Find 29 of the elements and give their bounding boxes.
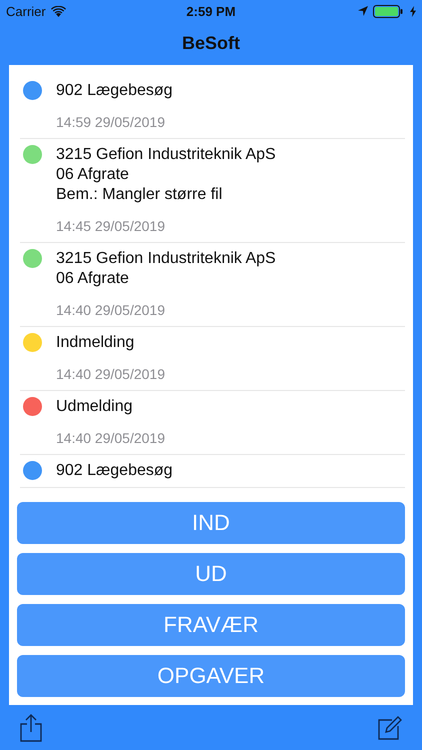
entry-text: 902 Lægebesøg bbox=[56, 461, 173, 481]
log-entry[interactable]: 3215 Gefion Industriteknik ApS 06 Afgrate 14:40 29/05/2019 bbox=[20, 243, 405, 327]
nav-title: BeSoft bbox=[182, 33, 240, 54]
entry-timestamp: 14:40 29/05/2019 bbox=[56, 301, 166, 320]
log-entry[interactable]: Indmelding 14:40 29/05/2019 bbox=[20, 327, 405, 391]
log-entry[interactable]: Udmelding 14:40 29/05/2019 bbox=[20, 391, 405, 455]
log-entry[interactable]: 902 Lægebesøg bbox=[20, 455, 405, 488]
compose-icon[interactable] bbox=[378, 716, 402, 740]
entry-text: 06 Afgrate bbox=[56, 269, 130, 289]
entry-timestamp: 14:40 29/05/2019 bbox=[56, 429, 165, 448]
entry-text: 3215 Gefion Industriteknik ApS bbox=[56, 249, 276, 269]
entry-timestamp: 14:59 29/05/2019 bbox=[56, 113, 166, 132]
entry-text: Udmelding bbox=[56, 397, 134, 417]
entry-text: 902 Lægebesøg bbox=[56, 81, 173, 101]
entry-timestamp: 14:40 29/05/2019 bbox=[56, 365, 165, 384]
charging-bolt-icon bbox=[410, 6, 416, 16]
battery-icon bbox=[373, 4, 405, 18]
wifi-icon bbox=[50, 6, 66, 16]
entry-text: Indmelding bbox=[56, 333, 136, 353]
entry-text: 3215 Gefion Industriteknik ApS bbox=[56, 145, 276, 165]
entry-text: Bem.: Mangler større fil bbox=[56, 185, 224, 205]
share-icon[interactable] bbox=[20, 714, 42, 742]
log-entry[interactable]: 3215 Gefion Industriteknik ApS 06 Afgrate Bem.: Mangler større fil 14:45 29/05/2019 bbox=[20, 139, 405, 243]
entry-timestamp: 14:45 29/05/2019 bbox=[56, 217, 166, 236]
log-entry[interactable]: 902 Lægebesøg 14:59 29/05/2019 bbox=[20, 75, 405, 139]
carrier-label: Carrier bbox=[6, 4, 46, 18]
location-arrow-icon bbox=[358, 6, 368, 16]
entry-text: 06 Afgrate bbox=[56, 165, 130, 185]
status-time: 2:59 PM bbox=[186, 4, 236, 18]
